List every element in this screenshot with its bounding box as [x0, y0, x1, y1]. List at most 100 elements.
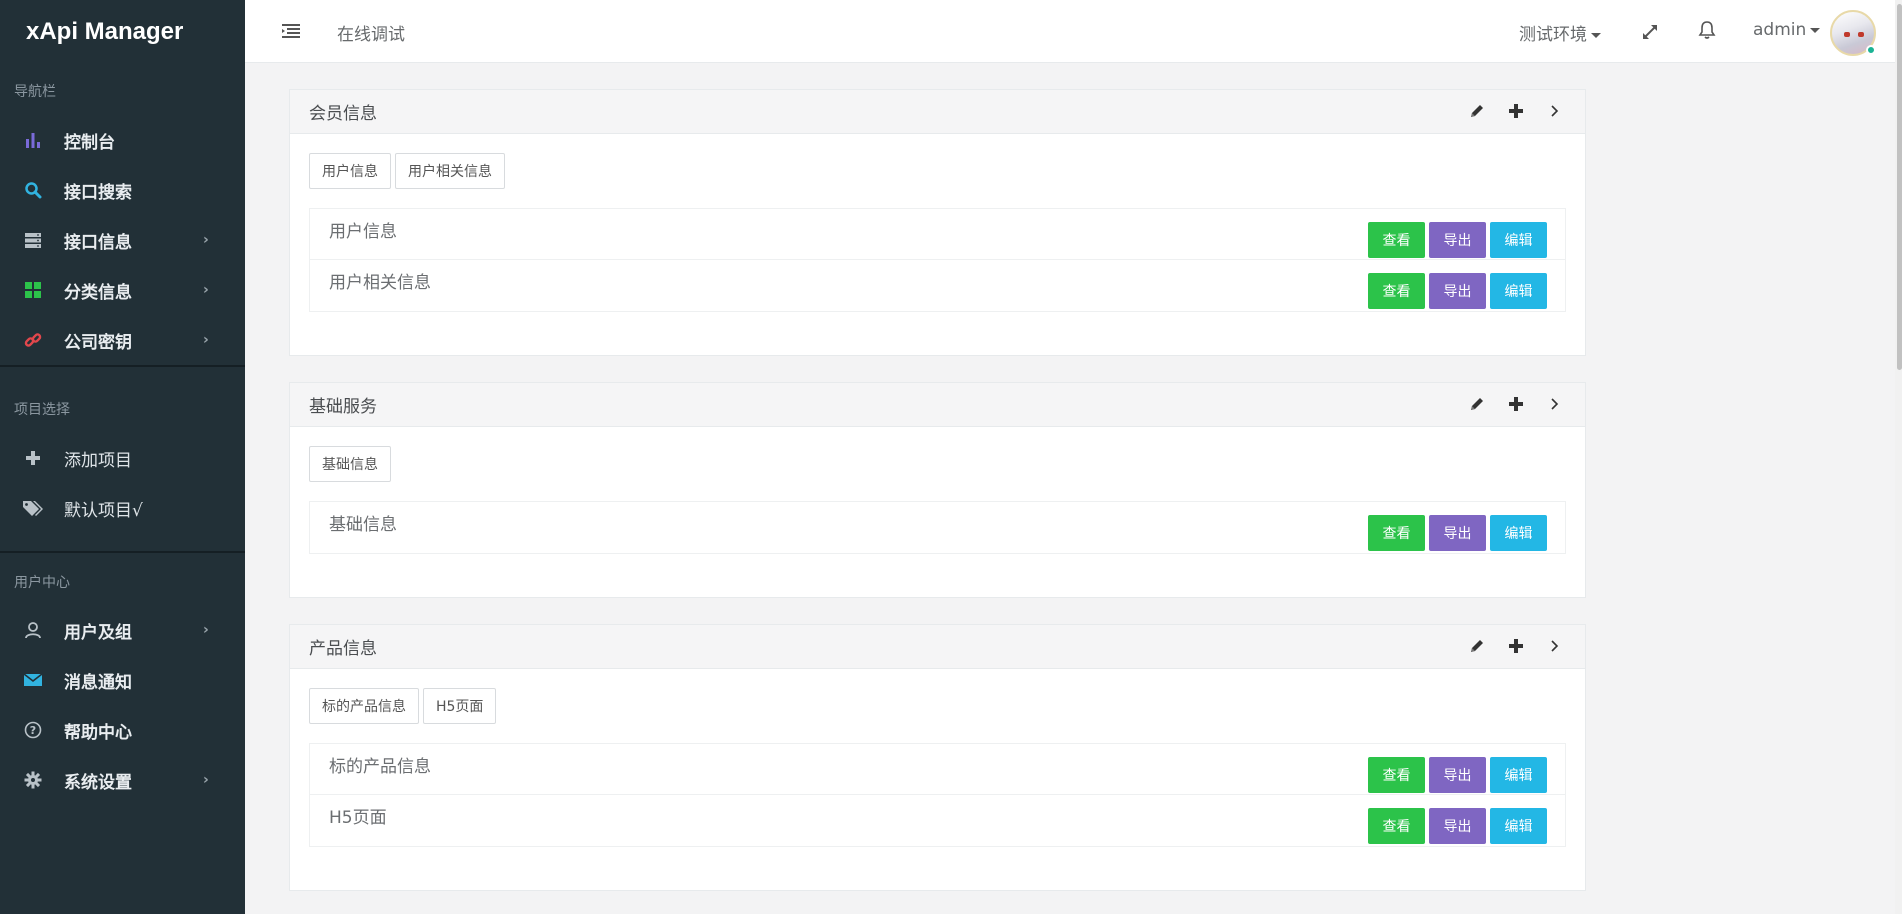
- view-button[interactable]: 查看: [1368, 757, 1425, 793]
- view-button[interactable]: 查看: [1368, 273, 1425, 309]
- environment-dropdown[interactable]: 测试环境: [1519, 20, 1601, 45]
- export-button[interactable]: 导出: [1429, 273, 1486, 309]
- sidebar-item-api-info[interactable]: 接口信息 ›: [0, 215, 245, 265]
- plus-icon[interactable]: [1506, 394, 1526, 414]
- api-list: 基础信息 查看 导出 编辑: [309, 501, 1566, 554]
- panel-product-info: 产品信息 标的产品信息 H5页面 标的产品信息 查看 导出 编辑 H5页面 查看…: [289, 624, 1586, 891]
- tags-icon: [22, 497, 44, 519]
- chevron-right-icon: ›: [203, 232, 209, 248]
- breadcrumb: 在线调试: [337, 25, 405, 45]
- edit-button[interactable]: 编辑: [1490, 757, 1547, 793]
- sidebar-item-default-project[interactable]: 默认项目√: [0, 483, 245, 533]
- edit-button[interactable]: 编辑: [1490, 222, 1547, 258]
- panel-title: 基础服务: [309, 397, 377, 417]
- sidebar-item-help-center[interactable]: ? 帮助中心: [0, 705, 245, 755]
- user-menu[interactable]: admin: [1753, 20, 1821, 40]
- plus-icon[interactable]: [1506, 636, 1526, 656]
- plus-icon[interactable]: [1506, 101, 1526, 121]
- sidebar-item-dashboard[interactable]: 控制台: [0, 115, 245, 165]
- edit-button[interactable]: 编辑: [1490, 273, 1547, 309]
- sidebar-item-label: 接口信息: [64, 232, 132, 253]
- row-actions: 查看 导出 编辑: [1368, 808, 1547, 844]
- sidebar-item-label: 用户及组: [64, 622, 132, 643]
- chevron-right-icon: ›: [203, 622, 209, 638]
- list-item: 用户信息 查看 导出 编辑: [310, 209, 1565, 260]
- sidebar-item-notifications[interactable]: 消息通知: [0, 655, 245, 705]
- list-item-label: 基础信息: [329, 515, 397, 535]
- chevron-right-icon[interactable]: [1545, 636, 1565, 656]
- caret-down-icon: [1810, 27, 1821, 33]
- tag-list: 基础信息: [290, 427, 1585, 501]
- tag-user-info[interactable]: 用户信息: [309, 153, 391, 189]
- environment-label: 测试环境: [1519, 25, 1587, 45]
- sidebar-item-label: 默认项目√: [64, 500, 143, 521]
- pencil-icon[interactable]: [1467, 636, 1487, 656]
- sidebar-item-system-settings[interactable]: 系统设置 ›: [0, 755, 245, 805]
- list-item-label: 标的产品信息: [329, 756, 431, 777]
- view-button[interactable]: 查看: [1368, 515, 1425, 551]
- tag-user-related-info[interactable]: 用户相关信息: [395, 153, 505, 189]
- row-actions: 查看 导出 编辑: [1368, 515, 1547, 551]
- list-item-label: 用户相关信息: [329, 273, 431, 293]
- online-status-dot: [1866, 45, 1876, 55]
- tag-product-info[interactable]: 标的产品信息: [309, 688, 419, 724]
- export-button[interactable]: 导出: [1429, 515, 1486, 551]
- panel-header: 产品信息: [290, 625, 1585, 669]
- chevron-right-icon: ›: [203, 332, 209, 348]
- username: admin: [1753, 20, 1807, 40]
- list-item: 用户相关信息 查看 导出 编辑: [310, 260, 1565, 311]
- edit-button[interactable]: 编辑: [1490, 808, 1547, 844]
- pencil-icon[interactable]: [1467, 101, 1487, 121]
- export-button[interactable]: 导出: [1429, 222, 1486, 258]
- sidebar-divider: [0, 551, 245, 553]
- sidebar-item-label: 控制台: [64, 132, 115, 153]
- section-title-nav: 导航栏: [14, 84, 56, 100]
- sidebar-item-users-groups[interactable]: 用户及组 ›: [0, 605, 245, 655]
- sidebar-item-label: 系统设置: [64, 772, 132, 793]
- server-icon: [22, 229, 44, 251]
- row-actions: 查看 导出 编辑: [1368, 222, 1547, 258]
- view-button[interactable]: 查看: [1368, 222, 1425, 258]
- brand-logo[interactable]: xApi Manager: [0, 0, 245, 64]
- pencil-icon[interactable]: [1467, 394, 1487, 414]
- sidebar-item-label: 公司密钥: [64, 332, 132, 353]
- export-button[interactable]: 导出: [1429, 757, 1486, 793]
- list-item-label: 用户信息: [329, 221, 397, 242]
- list-item-label: H5页面: [329, 808, 387, 828]
- api-list: 标的产品信息 查看 导出 编辑 H5页面 查看 导出 编辑: [309, 743, 1566, 847]
- chevron-right-icon: ›: [203, 772, 209, 788]
- tag-list: 用户信息 用户相关信息: [290, 134, 1585, 208]
- search-icon: [22, 179, 44, 201]
- svg-text:?: ?: [30, 724, 36, 737]
- panel-basic-services: 基础服务 基础信息 基础信息 查看 导出 编辑: [289, 382, 1586, 598]
- fullscreen-expand-icon[interactable]: [1640, 20, 1660, 42]
- avatar-eye: [1858, 32, 1864, 37]
- list-item: 标的产品信息 查看 导出 编辑: [310, 744, 1565, 795]
- user-icon: [22, 619, 44, 641]
- chevron-right-icon[interactable]: [1545, 101, 1565, 121]
- nav-group-project: 添加项目 默认项目√: [0, 433, 245, 533]
- sidebar-item-category-info[interactable]: 分类信息 ›: [0, 265, 245, 315]
- bar-chart-icon: [22, 129, 44, 151]
- plus-icon: [22, 447, 44, 469]
- chevron-right-icon[interactable]: [1545, 394, 1565, 414]
- tag-list: 标的产品信息 H5页面: [290, 669, 1585, 743]
- bell-icon[interactable]: [1697, 19, 1717, 41]
- edit-button[interactable]: 编辑: [1490, 515, 1547, 551]
- sidebar-item-company-key[interactable]: 公司密钥 ›: [0, 315, 245, 365]
- scrollbar-thumb[interactable]: [1897, 4, 1902, 370]
- panel-title: 产品信息: [309, 639, 377, 659]
- sidebar: xApi Manager 导航栏 控制台 接口搜索 接口信息 › 分类信息 › …: [0, 0, 245, 914]
- gear-icon: [22, 769, 44, 791]
- panel-header: 基础服务: [290, 383, 1585, 427]
- sidebar-item-api-search[interactable]: 接口搜索: [0, 165, 245, 215]
- export-button[interactable]: 导出: [1429, 808, 1486, 844]
- menu-toggle-icon[interactable]: [281, 20, 301, 42]
- panel-title: 会员信息: [309, 104, 377, 124]
- tag-basic-info[interactable]: 基础信息: [309, 446, 391, 482]
- view-button[interactable]: 查看: [1368, 808, 1425, 844]
- row-actions: 查看 导出 编辑: [1368, 273, 1547, 309]
- sidebar-item-add-project[interactable]: 添加项目: [0, 433, 245, 483]
- row-actions: 查看 导出 编辑: [1368, 757, 1547, 793]
- tag-h5-page[interactable]: H5页面: [423, 688, 497, 724]
